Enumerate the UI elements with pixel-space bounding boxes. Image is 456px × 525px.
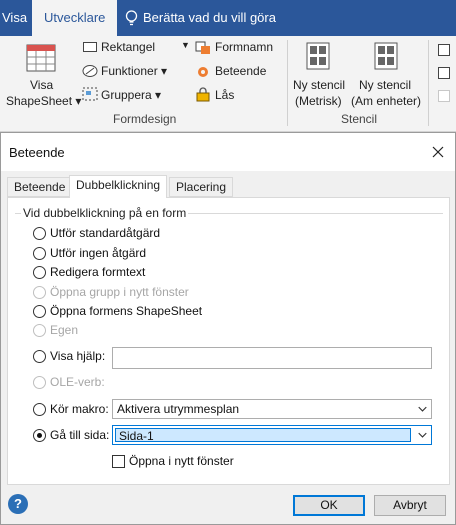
radio-oppna-shapesheet[interactable] xyxy=(33,305,46,318)
ny-stencil-metrisk-line2[interactable]: (Metrisk) xyxy=(295,94,342,108)
tab-dubbelklickning[interactable]: Dubbelklickning xyxy=(69,175,168,198)
stencil-group-label: Stencil xyxy=(341,112,378,126)
formdesign-group-label: Formdesign xyxy=(113,112,177,126)
shape-name-icon xyxy=(195,41,210,54)
tab-beteende[interactable]: Beteende xyxy=(7,177,73,197)
radio-oppna-grupp xyxy=(33,286,46,299)
cancel-button[interactable]: Avbryt xyxy=(374,495,446,516)
option-label: Utför ingen åtgärd xyxy=(50,246,147,260)
rectangle-icon xyxy=(83,42,97,52)
group-divider xyxy=(428,40,429,126)
visa-shapesheet-line1[interactable]: Visa xyxy=(30,78,53,92)
new-stencil-metric-icon xyxy=(306,42,330,70)
funktioner-button[interactable]: Funktioner ▾ xyxy=(101,64,167,78)
lightbulb-icon xyxy=(125,10,138,26)
chevron-down-icon[interactable] xyxy=(413,400,431,418)
dialog-titlebar: Beteende xyxy=(1,133,455,171)
option-label: Kör makro: xyxy=(50,402,109,416)
radio-ole-verb xyxy=(33,376,46,389)
rektangel-button[interactable]: Rektangel xyxy=(101,40,155,54)
ribbon-tab-bar: Visa Utvecklare Berätta vad du vill göra xyxy=(0,0,456,36)
page-select[interactable]: Sida-1 xyxy=(112,425,432,445)
ribbon-checkbox-disabled xyxy=(438,90,450,102)
ribbon-checkbox[interactable] xyxy=(438,67,450,79)
option-label: Redigera formtext xyxy=(50,265,146,279)
visa-hjalp-input[interactable] xyxy=(112,347,432,369)
rektangel-dropdown-arrow[interactable]: ▼ xyxy=(181,40,190,50)
option-label: Öppna formens ShapeSheet xyxy=(50,304,203,318)
lock-icon xyxy=(196,87,210,102)
ny-stencil-am-line1[interactable]: Ny stencil xyxy=(359,78,411,92)
macro-select-value: Aktivera utrymmesplan xyxy=(117,402,240,416)
ny-stencil-metrisk-line1[interactable]: Ny stencil xyxy=(293,78,345,92)
chevron-down-icon[interactable] xyxy=(413,426,431,444)
ny-stencil-am-line2[interactable]: (Am enheter) xyxy=(351,94,421,108)
close-icon[interactable] xyxy=(427,141,449,163)
gruppera-button[interactable]: Gruppera ▾ xyxy=(101,88,161,102)
dialog-title: Beteende xyxy=(9,145,65,160)
radio-ga-till-sida[interactable] xyxy=(33,429,46,442)
option-label: Öppna grupp i nytt fönster xyxy=(50,285,189,299)
option-label: Gå till sida: xyxy=(50,428,110,442)
radio-redigera-formtext[interactable] xyxy=(33,266,46,279)
option-label: Utför standardåtgärd xyxy=(50,226,161,240)
behavior-dialog: Beteende Beteende Dubbelklickning Placer… xyxy=(0,132,456,525)
page-select-highlight: Sida-1 xyxy=(115,428,411,443)
shapesheet-icon xyxy=(26,44,56,72)
radio-kor-makro[interactable] xyxy=(33,403,46,416)
macro-select[interactable]: Aktivera utrymmesplan xyxy=(112,399,432,419)
tell-me-search[interactable]: Berätta vad du vill göra xyxy=(143,0,276,36)
visa-shapesheet-button[interactable]: ShapeSheet ▾ xyxy=(6,94,81,108)
group-divider xyxy=(287,40,288,126)
new-stencil-us-icon xyxy=(374,42,398,70)
open-new-window-checkbox[interactable] xyxy=(112,455,125,468)
formnamn-button[interactable]: Formnamn xyxy=(215,40,273,54)
radio-utfor-standardatgard[interactable] xyxy=(33,227,46,240)
option-label: OLE-verb: xyxy=(50,375,105,389)
radio-egen xyxy=(33,324,46,337)
open-new-window-label: Öppna i nytt fönster xyxy=(129,454,234,468)
beteende-button[interactable]: Beteende xyxy=(215,64,266,78)
las-button[interactable]: Lås xyxy=(215,88,234,102)
option-label: Egen xyxy=(50,323,79,337)
tab-placering[interactable]: Placering xyxy=(169,177,234,197)
ok-button[interactable]: OK xyxy=(293,495,365,516)
group-icon xyxy=(82,87,98,101)
tab-utvecklare[interactable]: Utvecklare xyxy=(32,0,118,36)
option-label: Visa hjälp: xyxy=(50,349,106,363)
behavior-gear-icon xyxy=(198,67,208,77)
page-select-value: Sida-1 xyxy=(119,429,154,443)
tab-visa[interactable]: Visa xyxy=(0,0,27,36)
radio-utfor-ingen-atgard[interactable] xyxy=(33,247,46,260)
functions-icon xyxy=(82,65,98,77)
ribbon-body: Visa ShapeSheet ▾ Rektangel Funktioner ▾… xyxy=(0,36,456,132)
double-click-group-label: Vid dubbelklickning på en form xyxy=(21,206,189,220)
help-icon[interactable]: ? xyxy=(8,494,28,514)
radio-visa-hjalp[interactable] xyxy=(33,350,46,363)
ribbon-checkbox[interactable] xyxy=(438,44,450,56)
